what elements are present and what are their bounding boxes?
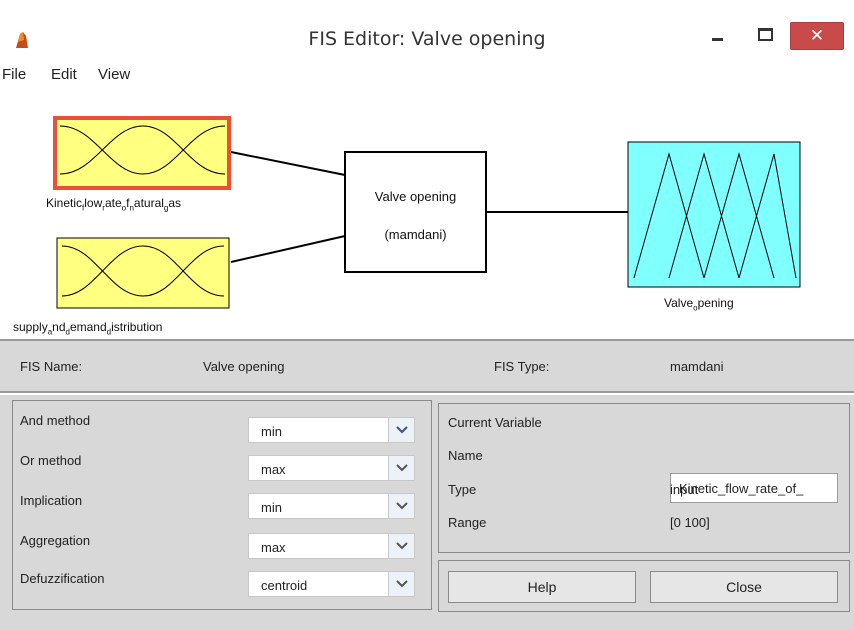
and-method-label: And method [20, 413, 91, 428]
input-variable-1[interactable] [53, 116, 231, 190]
label-part: ate [104, 196, 122, 210]
input2-label: supplyanddemanddistribution [13, 320, 162, 336]
fis-name-value: Valve opening [203, 359, 285, 374]
status-bar [0, 612, 854, 630]
implication-select[interactable]: min [248, 493, 415, 519]
variable-name-label: Name [448, 448, 483, 463]
title-bar: FIS Editor: Valve opening ✕ [0, 0, 854, 60]
chevron-down-icon[interactable] [388, 534, 414, 558]
or-method-label: Or method [20, 453, 82, 468]
fis-type-label: FIS Type: [494, 359, 550, 374]
aggregation-select[interactable]: max [248, 533, 415, 559]
chevron-down-icon[interactable] [388, 418, 414, 442]
label-part: pening [697, 296, 734, 310]
chevron-down-icon[interactable] [388, 456, 414, 480]
or-method-select[interactable]: max [248, 455, 415, 481]
maximize-button[interactable] [746, 22, 786, 50]
close-icon: ✕ [809, 26, 825, 46]
implication-value: min [261, 500, 282, 515]
current-variable-heading: Current Variable [448, 415, 542, 430]
engine-type: (mamdani) [384, 227, 447, 242]
inference-engine-box[interactable] [344, 151, 487, 273]
connector-input2 [230, 235, 346, 263]
defuzzification-label: Defuzzification [20, 571, 105, 586]
fis-info-bar: FIS Name: Valve opening FIS Type: mamdan… [0, 339, 854, 393]
minimize-icon [712, 38, 723, 41]
variable-type-value: input [670, 482, 699, 497]
label-part: Kinetic [46, 196, 83, 210]
variable-range-value: [0 100] [670, 515, 710, 530]
maximize-icon [758, 28, 773, 41]
aggregation-label: Aggregation [20, 533, 91, 548]
output-variable[interactable] [627, 141, 801, 288]
menu-edit[interactable]: Edit [51, 66, 77, 83]
menu-bar: File Edit View [0, 62, 854, 90]
fis-name-label: FIS Name: [20, 359, 83, 374]
connector-input1 [230, 151, 346, 176]
variable-type-label: Type [448, 482, 477, 497]
menu-file[interactable]: File [2, 66, 26, 83]
close-window-button[interactable]: ✕ [790, 22, 844, 50]
variable-range-label: Range [448, 515, 487, 530]
output-label: Valveopening [664, 296, 734, 312]
engine-name: Valve opening [374, 189, 457, 204]
defuzzification-select[interactable]: centroid [248, 571, 415, 597]
label-part: emand [69, 320, 107, 334]
label-part: istribution [111, 320, 163, 334]
label-part: as [168, 196, 182, 210]
fis-type-value: mamdani [670, 359, 724, 374]
label-part: low [84, 196, 103, 210]
or-method-value: max [261, 462, 286, 477]
label-part: nd [52, 320, 66, 334]
chevron-down-icon[interactable] [388, 572, 414, 596]
minimize-button[interactable] [700, 22, 736, 50]
label-part: atural [133, 196, 164, 210]
menu-view[interactable]: View [98, 66, 130, 83]
chevron-down-icon[interactable] [388, 494, 414, 518]
aggregation-value: max [261, 540, 286, 555]
close-button[interactable]: Close [650, 571, 838, 603]
input1-label: Kineticflowrateofnaturalgas [46, 196, 181, 212]
and-method-value: min [261, 424, 282, 439]
fis-diagram: Valve opening (mamdani) Kineticflowrateo… [0, 92, 854, 338]
implication-label: Implication [20, 493, 83, 508]
help-button[interactable]: Help [448, 571, 636, 603]
label-part: supply [13, 320, 48, 334]
label-part: Valve [664, 296, 694, 310]
defuzzification-value: centroid [261, 578, 308, 593]
and-method-select[interactable]: min [248, 417, 415, 443]
input-variable-2[interactable] [56, 237, 230, 309]
